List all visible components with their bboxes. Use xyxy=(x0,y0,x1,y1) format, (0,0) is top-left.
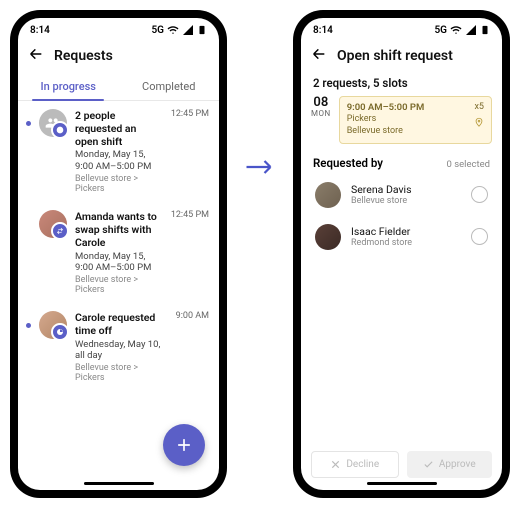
shift-store: Bellevue store xyxy=(347,126,484,138)
request-breadcrumb: Bellevue store > Pickers xyxy=(75,363,164,383)
location-pin-icon xyxy=(474,117,484,132)
tabs: In progress Completed xyxy=(18,72,219,101)
request-item[interactable]: 2 people requested an open shift Monday,… xyxy=(18,101,219,202)
page-title: Requests xyxy=(54,48,113,64)
person-info: Isaac Fielder Redmond store xyxy=(351,225,461,248)
shift-group: Pickers xyxy=(347,114,484,126)
app-bar: Open shift request xyxy=(301,40,502,72)
close-icon xyxy=(330,459,341,470)
request-title: 2 people requested an open shift xyxy=(75,109,159,148)
request-subtitle: Monday, May 15, 9:00 AM–5:00 PM xyxy=(75,251,159,275)
request-time: 12:45 PM xyxy=(171,109,209,119)
status-time: 8:14 xyxy=(30,25,50,36)
person-info: Serena Davis Bellevue store xyxy=(351,183,461,206)
screen-left: 8:14 5G Requests In progress Completed xyxy=(18,18,219,490)
flow-arrow-icon xyxy=(245,157,275,181)
date-day: MON xyxy=(311,109,331,118)
request-title: Amanda wants to swap shifts with Carole xyxy=(75,210,159,249)
request-body: Amanda wants to swap shifts with Carole … xyxy=(75,210,159,295)
request-subtitle: Monday, May 15, 9:00 AM–5:00 PM xyxy=(75,149,159,173)
requested-by-header: Requested by 0 selected xyxy=(301,146,502,174)
tab-completed[interactable]: Completed xyxy=(119,72,220,100)
request-breadcrumb: Bellevue store > Pickers xyxy=(75,174,159,194)
wifi-icon xyxy=(450,24,462,36)
decline-label: Decline xyxy=(346,459,379,470)
page-title: Open shift request xyxy=(337,48,453,64)
battery-icon xyxy=(197,24,207,36)
home-indicator xyxy=(367,482,437,485)
phone-right: 8:14 5G Open shift request 2 requests, 5… xyxy=(293,10,510,498)
shift-time: 9:00 AM–5:00 PM xyxy=(347,102,484,114)
person-name: Serena Davis xyxy=(351,183,461,196)
status-time: 8:14 xyxy=(313,25,333,36)
date-number: 08 xyxy=(311,96,331,109)
request-time: 9:00 AM xyxy=(176,311,209,321)
summary-text: 2 requests, 5 slots xyxy=(301,72,502,96)
request-subtitle: Wednesday, May 10, all day xyxy=(75,339,164,363)
status-bar: 8:14 5G xyxy=(301,18,502,40)
request-breadcrumb: Bellevue store > Pickers xyxy=(75,275,159,295)
network-label: 5G xyxy=(434,25,447,36)
status-right: 5G xyxy=(434,24,490,36)
status-right: 5G xyxy=(151,24,207,36)
shift-count: x5 xyxy=(474,102,484,114)
request-title: Carole requested time off xyxy=(75,311,164,337)
approve-button[interactable]: Approve xyxy=(407,451,493,478)
request-item[interactable]: Carole requested time off Wednesday, May… xyxy=(18,303,219,391)
avatar xyxy=(39,109,67,137)
person-avatar-icon xyxy=(315,224,341,250)
person-row[interactable]: Serena Davis Bellevue store xyxy=(301,174,502,216)
select-radio[interactable] xyxy=(471,228,488,245)
selected-count: 0 selected xyxy=(447,159,490,170)
request-body: Carole requested time off Wednesday, May… xyxy=(75,311,164,383)
signal-icon xyxy=(182,24,194,36)
person-name: Isaac Fielder xyxy=(351,225,461,238)
app-bar: Requests xyxy=(18,40,219,72)
tab-in-progress[interactable]: In progress xyxy=(18,72,119,100)
person-avatar-icon xyxy=(315,182,341,208)
approve-label: Approve xyxy=(439,459,476,470)
status-bar: 8:14 5G xyxy=(18,18,219,40)
person-store: Bellevue store xyxy=(351,196,461,206)
wifi-icon xyxy=(167,24,179,36)
unread-dot xyxy=(26,323,31,328)
phone-left: 8:14 5G Requests In progress Completed xyxy=(10,10,227,498)
avatar xyxy=(39,210,67,238)
back-icon[interactable] xyxy=(311,46,327,66)
date-block: 08 MON xyxy=(311,96,331,118)
request-body: 2 people requested an open shift Monday,… xyxy=(75,109,159,194)
signal-icon xyxy=(465,24,477,36)
timeoff-badge-icon xyxy=(51,323,69,341)
swap-badge-icon xyxy=(51,222,69,240)
battery-icon xyxy=(480,24,490,36)
home-indicator xyxy=(84,482,154,485)
person-store: Redmond store xyxy=(351,238,461,248)
check-icon xyxy=(423,459,434,470)
request-time: 12:45 PM xyxy=(171,210,209,220)
shift-card[interactable]: 9:00 AM–5:00 PM Pickers Bellevue store x… xyxy=(339,96,492,144)
avatar xyxy=(39,311,67,339)
requested-by-label: Requested by xyxy=(313,156,383,170)
select-radio[interactable] xyxy=(471,186,488,203)
screen-right: 8:14 5G Open shift request 2 requests, 5… xyxy=(301,18,502,490)
network-label: 5G xyxy=(151,25,164,36)
unread-dot xyxy=(26,121,31,126)
plus-icon xyxy=(174,435,194,455)
add-button[interactable] xyxy=(163,424,205,466)
shift-row: 08 MON 9:00 AM–5:00 PM Pickers Bellevue … xyxy=(301,96,502,146)
open-shift-badge-icon xyxy=(51,121,69,139)
person-row[interactable]: Isaac Fielder Redmond store xyxy=(301,216,502,258)
back-icon[interactable] xyxy=(28,46,44,66)
request-item[interactable]: Amanda wants to swap shifts with Carole … xyxy=(18,202,219,303)
decline-button[interactable]: Decline xyxy=(311,451,399,478)
